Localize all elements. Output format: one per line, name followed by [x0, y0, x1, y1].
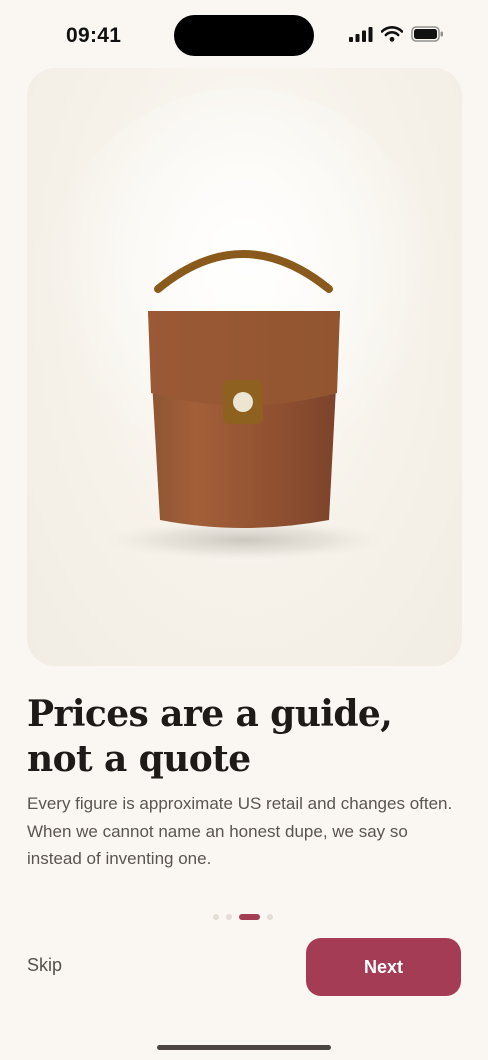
onboarding-description: Every figure is approximate US retail an…: [27, 794, 453, 868]
page-dot-2: [226, 914, 232, 920]
skip-button[interactable]: Skip: [27, 955, 62, 976]
cellular-signal-icon: [349, 26, 373, 42]
status-time: 09:41: [66, 24, 122, 47]
dynamic-island: [174, 15, 314, 56]
page-dot-1: [213, 914, 219, 920]
next-button[interactable]: Next: [306, 938, 461, 996]
status-bar: 09:41: [0, 0, 488, 70]
battery-icon: [411, 26, 443, 42]
page-indicator: [213, 913, 273, 921]
home-indicator: [157, 1045, 331, 1050]
page-dot-3-active: [239, 914, 260, 920]
handbag-illustration: [42, 88, 442, 560]
status-icons: [349, 26, 444, 42]
hero-illustration-card: [27, 68, 462, 666]
onboarding-title: Prices are a guide, not a quote: [27, 693, 393, 780]
wifi-icon: [381, 26, 403, 42]
page-dot-4: [267, 914, 273, 920]
